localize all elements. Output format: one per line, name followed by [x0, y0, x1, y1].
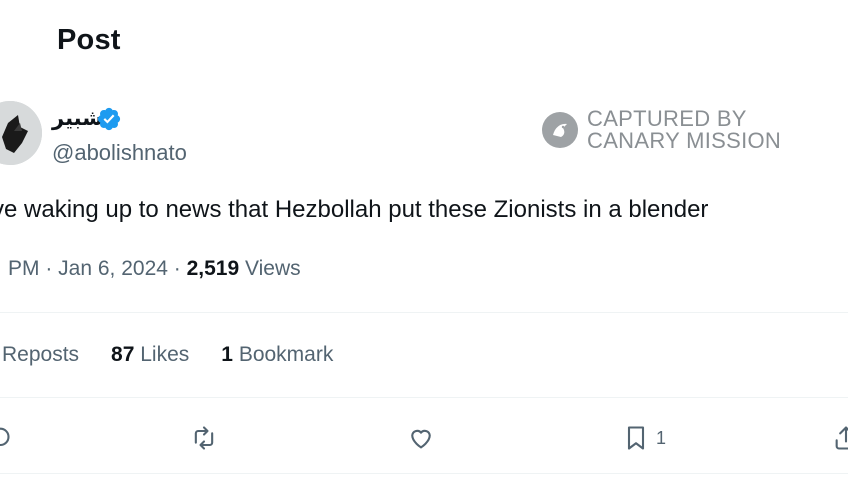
tweet-date[interactable]: Jan 6, 2024	[58, 257, 168, 280]
watermark: CAPTURED BY CANARY MISSION	[541, 108, 781, 152]
tweet-meta: PM · Jan 6, 2024 · 2,519 Views	[8, 257, 301, 281]
bookmarks-label: Bookmark	[238, 343, 334, 366]
share-icon	[835, 426, 848, 450]
watermark-line2: CANARY MISSION	[587, 128, 782, 153]
likes-count: 87	[111, 343, 135, 366]
bookmarks-stat[interactable]: 1 Bookmark	[221, 343, 333, 367]
repost-icon	[194, 426, 214, 450]
watermark-text: CAPTURED BY CANARY MISSION	[587, 108, 781, 152]
reposts-label: Reposts	[2, 343, 80, 366]
tweet-text: ve waking up to news that Hezbollah put …	[0, 196, 709, 223]
page-title: Post	[57, 24, 121, 56]
share-button[interactable]	[832, 423, 848, 453]
watermark-line1: CAPTURED BY	[587, 106, 747, 131]
bookmark-count: 1	[656, 427, 667, 448]
engagement-stats: Reposts 87 Likes 1 Bookmark	[2, 343, 333, 367]
meta-separator: ·	[173, 257, 187, 280]
likes-stat[interactable]: 87 Likes	[111, 343, 189, 367]
canary-logo-icon	[542, 112, 578, 148]
tweet-time[interactable]: PM	[8, 257, 40, 280]
reply-icon	[0, 427, 10, 447]
reply-button[interactable]	[0, 423, 12, 453]
meta-separator: ·	[45, 257, 59, 280]
divider	[0, 473, 848, 474]
bookmarks-count: 1	[221, 343, 233, 366]
avatar[interactable]	[0, 101, 42, 165]
divider	[0, 312, 848, 313]
bookmark-button[interactable]: 1	[622, 423, 666, 453]
bookmark-icon	[627, 426, 645, 450]
like-button[interactable]	[407, 423, 435, 453]
avatar-image	[0, 101, 42, 165]
reposts-stat[interactable]: Reposts	[2, 343, 79, 367]
verified-badge-icon	[96, 106, 122, 132]
divider	[0, 397, 848, 398]
heart-icon	[411, 429, 431, 449]
views-label: Views	[245, 257, 301, 280]
author-handle[interactable]: @abolishnato	[52, 140, 187, 166]
repost-button[interactable]	[190, 423, 218, 453]
views-count: 2,519	[186, 257, 240, 280]
likes-label: Likes	[140, 343, 190, 366]
